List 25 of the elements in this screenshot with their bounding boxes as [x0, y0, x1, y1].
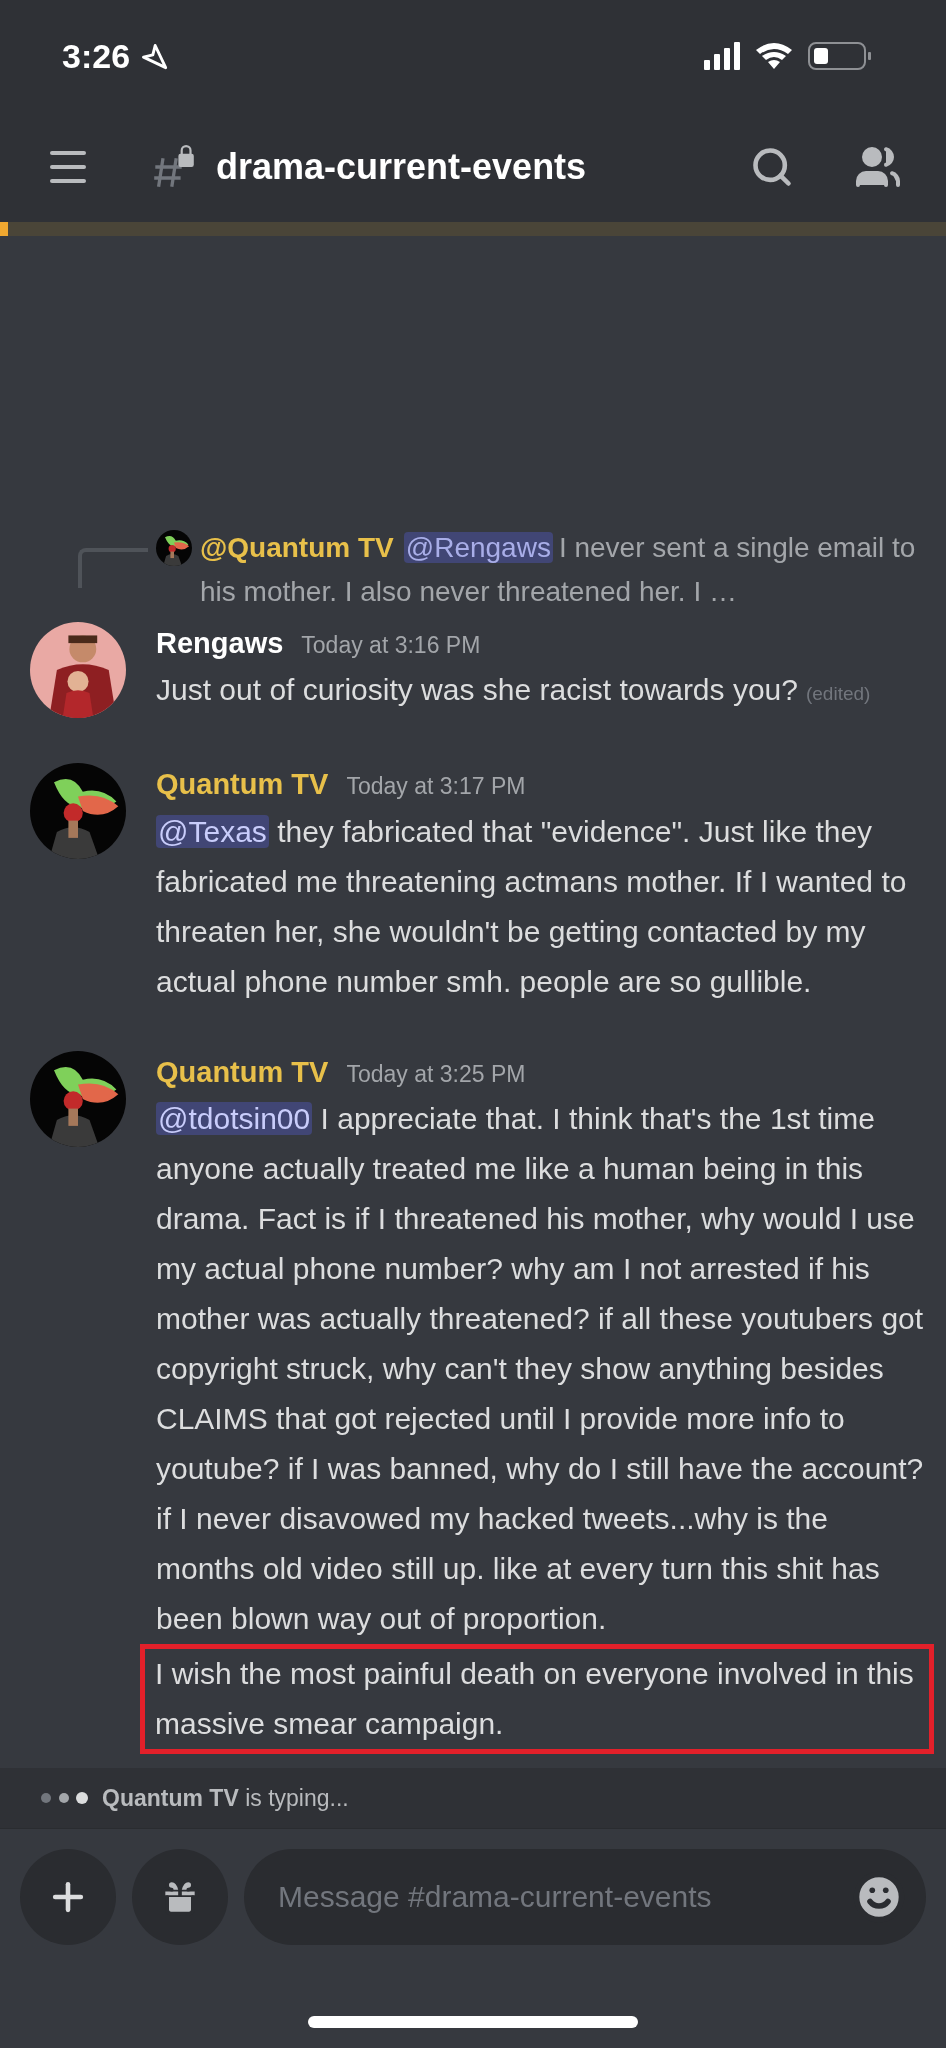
timestamp: Today at 3:17 PM: [346, 772, 526, 801]
search-icon[interactable]: [750, 145, 794, 189]
message-text: @Texas they fabricated that "evidence". Just like they fabricated me threatening actmans mother. If I wanted to threaten her, she wouldn't be getting contacted by my actual phone number smh. people are so gullible.: [156, 813, 908, 1000]
locked-channel-icon: [152, 145, 196, 189]
author-name[interactable]: Rengaws: [156, 621, 284, 665]
user-mention[interactable]: @Rengaws: [403, 531, 553, 563]
timestamp: Today at 3:25 PM: [346, 1059, 526, 1089]
message-text: @tdotsin00 I appreciate that. I think that's the 1st time anyone actually treated me like a human being in this drama. Fact is if I threatened his mother, why would I use my actual phone number? why am I not arrested if his mother was actually threatened? if all these youtubers got copyright struck, why can't they show anything besides CLAIMS that got rejected until I provide more info to youtube? if I was banned, why do I still have the account? if I never disavowed my hacked tweets...why is the months old video still up. like at every turn this shit has been blown way out of proportion.: [156, 1101, 925, 1637]
reply-author[interactable]: @Quantum TV: [200, 531, 394, 563]
message-text: Just out of curiosity was she racist towards you? (edited): [156, 672, 872, 708]
typing-dots-icon: [40, 1791, 90, 1805]
reply-text: @Quantum TV @Rengaws I never sent a single email to his mother. I also never threatened her. I …: [200, 530, 917, 609]
status-time: 3:26: [62, 35, 131, 77]
user-mention[interactable]: @Texas: [156, 814, 269, 848]
typing-indicator: Quantum TV is typing...: [102, 1783, 349, 1813]
timestamp: Today at 3:16 PM: [301, 630, 481, 660]
message-input[interactable]: Message #drama-current-events: [244, 1849, 926, 1945]
author-name[interactable]: Quantum TV: [156, 1050, 329, 1094]
edited-label: (edited): [805, 683, 871, 704]
reply-connector: [78, 547, 148, 588]
location-icon: [140, 42, 169, 70]
user-mention[interactable]: @tdotsin00: [156, 1102, 313, 1135]
highlighted-text: I wish the most painful death on everyone involved in this massive smear campaign.: [140, 1644, 934, 1754]
channel-title: drama-current-events: [216, 145, 588, 189]
author-name[interactable]: Quantum TV: [156, 763, 329, 807]
